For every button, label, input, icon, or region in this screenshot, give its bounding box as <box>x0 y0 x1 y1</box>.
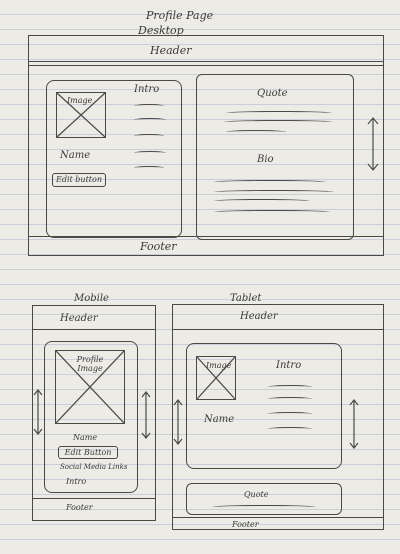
desktop-footer-divider <box>28 236 384 237</box>
mobile-social-links: Social Media Links <box>60 463 128 471</box>
tablet-intro-label: Intro <box>276 360 302 371</box>
tablet-image-label: Image <box>206 361 232 370</box>
mobile-scroll-arrow-right-icon <box>141 391 151 439</box>
tablet-footer-divider <box>172 517 384 518</box>
desktop-bio-label: Bio <box>257 154 274 165</box>
tablet-intro-line <box>268 427 312 431</box>
mobile-header: Header <box>60 313 98 324</box>
desktop-bio-line <box>214 199 310 203</box>
desktop-intro-line <box>134 134 164 138</box>
desktop-quote-label: Quote <box>257 88 288 99</box>
tablet-intro-line <box>268 412 312 416</box>
page-title: Profile Page <box>146 9 214 22</box>
desktop-header: Header <box>150 44 192 57</box>
tablet-scroll-arrow-left-icon <box>173 399 183 445</box>
tablet-quote-box <box>186 483 342 515</box>
desktop-bio-line <box>214 210 330 214</box>
tablet-intro-line <box>268 385 312 389</box>
mobile-footer-divider <box>32 498 156 499</box>
mobile-name-label: Name <box>73 433 98 442</box>
mobile-footer: Footer <box>66 503 93 512</box>
tablet-scroll-arrow-right-icon <box>349 399 359 449</box>
desktop-header-divider <box>28 61 384 62</box>
desktop-intro-line <box>134 118 166 122</box>
desktop-bio-line <box>214 190 334 194</box>
desktop-quote-line <box>226 130 286 134</box>
desktop-header-divider-2 <box>28 65 384 66</box>
tablet-quote-label: Quote <box>244 490 269 499</box>
desktop-intro-line <box>134 104 164 108</box>
desktop-intro-line <box>134 166 164 170</box>
tablet-quote-line <box>212 505 316 509</box>
desktop-scroll-arrow-icon <box>367 117 379 171</box>
desktop-image-label: Image <box>67 96 93 105</box>
mobile-header-divider <box>32 329 156 330</box>
desktop-edit-button[interactable]: Edit button <box>52 173 106 187</box>
mobile-label: Mobile <box>74 293 109 304</box>
desktop-quote-line <box>226 111 332 115</box>
desktop-bio-line <box>214 180 326 184</box>
desktop-quote-line <box>224 120 332 124</box>
tablet-header-divider <box>172 329 384 330</box>
desktop-intro-line <box>134 151 166 155</box>
tablet-label: Tablet <box>230 293 262 304</box>
desktop-name-label: Name <box>60 150 91 161</box>
tablet-footer: Footer <box>232 520 259 529</box>
mobile-image-label: Profile Image <box>76 355 104 373</box>
mobile-edit-button[interactable]: Edit Button <box>58 446 118 459</box>
mobile-intro-label: Intro <box>66 477 87 486</box>
desktop-intro-label: Intro <box>134 84 160 95</box>
desktop-footer: Footer <box>140 240 177 253</box>
tablet-name-label: Name <box>204 414 235 425</box>
tablet-intro-line <box>268 397 312 401</box>
mobile-scroll-arrow-left-icon <box>33 389 43 435</box>
tablet-header: Header <box>240 311 278 322</box>
